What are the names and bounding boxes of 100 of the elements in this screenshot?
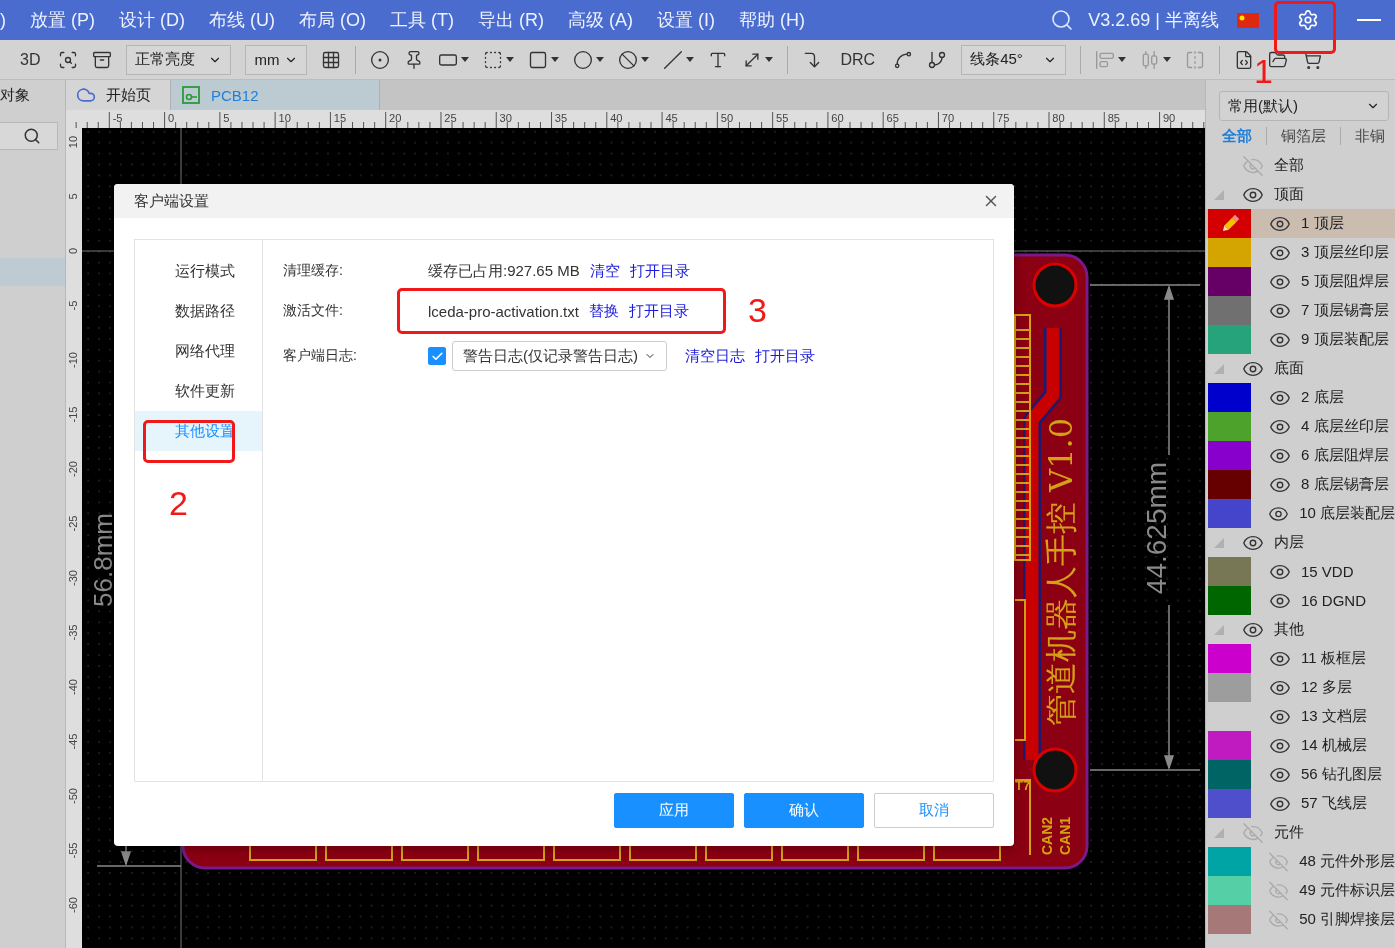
layer-name: 57 飞线层 (1301, 794, 1367, 813)
settings-nav-item[interactable]: 网络代理 (135, 331, 262, 371)
ruler-label: -5 (67, 300, 79, 311)
layer-color-swatch[interactable] (1208, 209, 1251, 238)
layer-row[interactable]: 5 顶层阻焊层 (1206, 267, 1395, 296)
layer-row[interactable]: 4 底层丝印层 (1206, 412, 1395, 441)
action-link[interactable]: 清空日志 (685, 346, 745, 366)
settings-nav-item[interactable]: 软件更新 (135, 371, 262, 411)
layer-row[interactable]: 50 引脚焊接层 (1206, 905, 1395, 934)
action-link[interactable]: 替换 (588, 301, 619, 321)
layer-color-swatch[interactable] (1208, 673, 1251, 702)
layer-color-swatch[interactable] (1208, 644, 1251, 673)
setting-value: 缓存已占用:927.65 MB (428, 261, 580, 281)
distribute-icon[interactable] (1140, 49, 1172, 70)
menu-item[interactable]: 设计 (D) (119, 8, 185, 32)
layer-row[interactable]: 13 文档层 (1206, 702, 1395, 731)
ruler-label: 5 (223, 112, 230, 124)
grid-icon[interactable] (321, 49, 342, 70)
layer-color-swatch[interactable] (1208, 383, 1251, 412)
layer-row[interactable]: 15 VDD (1206, 557, 1395, 586)
ruler-label: 20 (389, 112, 402, 124)
pad-icon[interactable] (370, 49, 391, 70)
layer-row[interactable]: 12 多层 (1206, 673, 1395, 702)
board-title: 管道机器人手控 V1.0 (1042, 417, 1080, 727)
panel-tab[interactable]: 对象 (0, 80, 65, 110)
layer-color-swatch[interactable] (1208, 499, 1251, 528)
layer-color-swatch[interactable] (1208, 412, 1251, 441)
settings-nav-item[interactable]: 运行模式 (135, 251, 262, 291)
drc-button[interactable]: DRC (836, 50, 880, 69)
setting-label: 客户端日志: (283, 347, 358, 365)
layer-color-swatch[interactable] (1208, 905, 1251, 934)
layer-filter-tab[interactable]: 铜箔层 (1281, 127, 1341, 145)
layer-row[interactable]: 8 底层锡膏层 (1206, 470, 1395, 499)
action-link[interactable]: 打开目录 (628, 301, 689, 321)
menu-item[interactable]: 帮助 (H) (739, 8, 805, 32)
layer-color-swatch[interactable] (1208, 847, 1251, 876)
action-link[interactable]: 清空 (589, 261, 620, 281)
ruler-label: 15 (333, 112, 347, 124)
layer-color-swatch[interactable] (1208, 470, 1251, 499)
layer-preset-select[interactable]: 常用(默认) (1219, 91, 1389, 121)
layer-row[interactable]: 7 顶层锡膏层 (1206, 296, 1395, 325)
ban-icon[interactable] (618, 49, 650, 70)
layer-row[interactable]: 2 底层 (1206, 383, 1395, 412)
layer-color-swatch[interactable] (1208, 296, 1251, 325)
menu-item[interactable]: 高级 (A) (568, 8, 633, 32)
brightness-select[interactable]: 正常亮度 (126, 44, 232, 75)
menu-item[interactable]: 布线 (U) (209, 8, 275, 32)
layer-color-swatch[interactable] (1208, 876, 1251, 905)
layer-row[interactable]: 6 底层阻焊层 (1206, 441, 1395, 470)
dialog-title: 客户端设置 (134, 191, 209, 211)
search-icon[interactable] (1050, 8, 1075, 32)
settings-nav-item[interactable]: 数据路径 (135, 291, 262, 331)
layer-color-swatch[interactable] (1208, 731, 1251, 760)
layer-color-swatch[interactable] (1208, 789, 1251, 818)
line-icon[interactable] (663, 49, 695, 70)
settings-icon[interactable] (1297, 9, 1319, 31)
ruler-label: 10 (278, 112, 291, 124)
layer-filter-tab[interactable]: 非铜 (1355, 127, 1395, 145)
layer-row[interactable]: 11 板框层 (1206, 644, 1395, 673)
layer-color-swatch[interactable] (1208, 760, 1251, 789)
layer-color-swatch[interactable] (1208, 441, 1251, 470)
layer-row[interactable]: 48 元件外形层 (1206, 847, 1395, 876)
menu-item[interactable]: 布局 (O) (299, 8, 366, 32)
layer-row[interactable]: 57 飞线层 (1206, 789, 1395, 818)
layer-name: 5 顶层阻焊层 (1301, 272, 1389, 291)
routing-mode-select[interactable]: 线条45° (961, 44, 1067, 75)
document-tab[interactable]: 开始页 (66, 80, 171, 110)
archive-icon[interactable] (92, 49, 113, 70)
layer-color-swatch[interactable] (1208, 267, 1251, 296)
layer-row[interactable]: 3 顶层丝印层 (1206, 238, 1395, 267)
action-link[interactable]: 打开目录 (629, 261, 690, 281)
menu-item[interactable]: 工具 (T) (390, 8, 454, 32)
menu-item[interactable]: 放置 (P) (30, 8, 95, 32)
3d-view-button[interactable]: 3D (16, 50, 45, 69)
layer-row[interactable]: 10 底层装配层 (1206, 499, 1395, 528)
layer-row[interactable]: 56 钻孔图层 (1206, 760, 1395, 789)
layer-row[interactable]: 9 顶层装配层 (1206, 325, 1395, 354)
layer-name: 7 顶层锡膏层 (1301, 301, 1389, 320)
layer-color-swatch[interactable] (1208, 238, 1251, 267)
layer-row[interactable]: 14 机械层 (1206, 731, 1395, 760)
layer-row[interactable]: 49 元件标识层 (1206, 876, 1395, 905)
ruler-label: -50 (67, 788, 79, 804)
branch-icon[interactable] (927, 49, 948, 70)
unit-select[interactable]: mm (245, 44, 308, 75)
flag-icon[interactable] (1237, 12, 1259, 28)
checkbox[interactable] (428, 347, 446, 365)
action-link[interactable]: 打开目录 (755, 346, 815, 366)
layer-color-swatch[interactable] (1208, 325, 1251, 354)
layer-row[interactable]: 1 顶层 (1206, 209, 1395, 238)
search-button[interactable] (0, 122, 58, 150)
menu-item[interactable]: 设置 (I) (657, 8, 715, 32)
layer-row[interactable]: 16 DGND (1206, 586, 1395, 615)
layer-color-swatch[interactable] (1208, 586, 1251, 615)
log-level-select[interactable]: 警告日志(仅记录警告日志) (452, 341, 667, 371)
align-icon[interactable] (1095, 49, 1127, 70)
spline-icon[interactable] (893, 49, 914, 70)
zoom-select-icon[interactable] (58, 49, 79, 70)
menu-item[interactable]: 导出 (R) (478, 8, 544, 32)
layer-color-swatch[interactable] (1208, 557, 1251, 586)
menu-item[interactable]: ) (0, 9, 6, 31)
